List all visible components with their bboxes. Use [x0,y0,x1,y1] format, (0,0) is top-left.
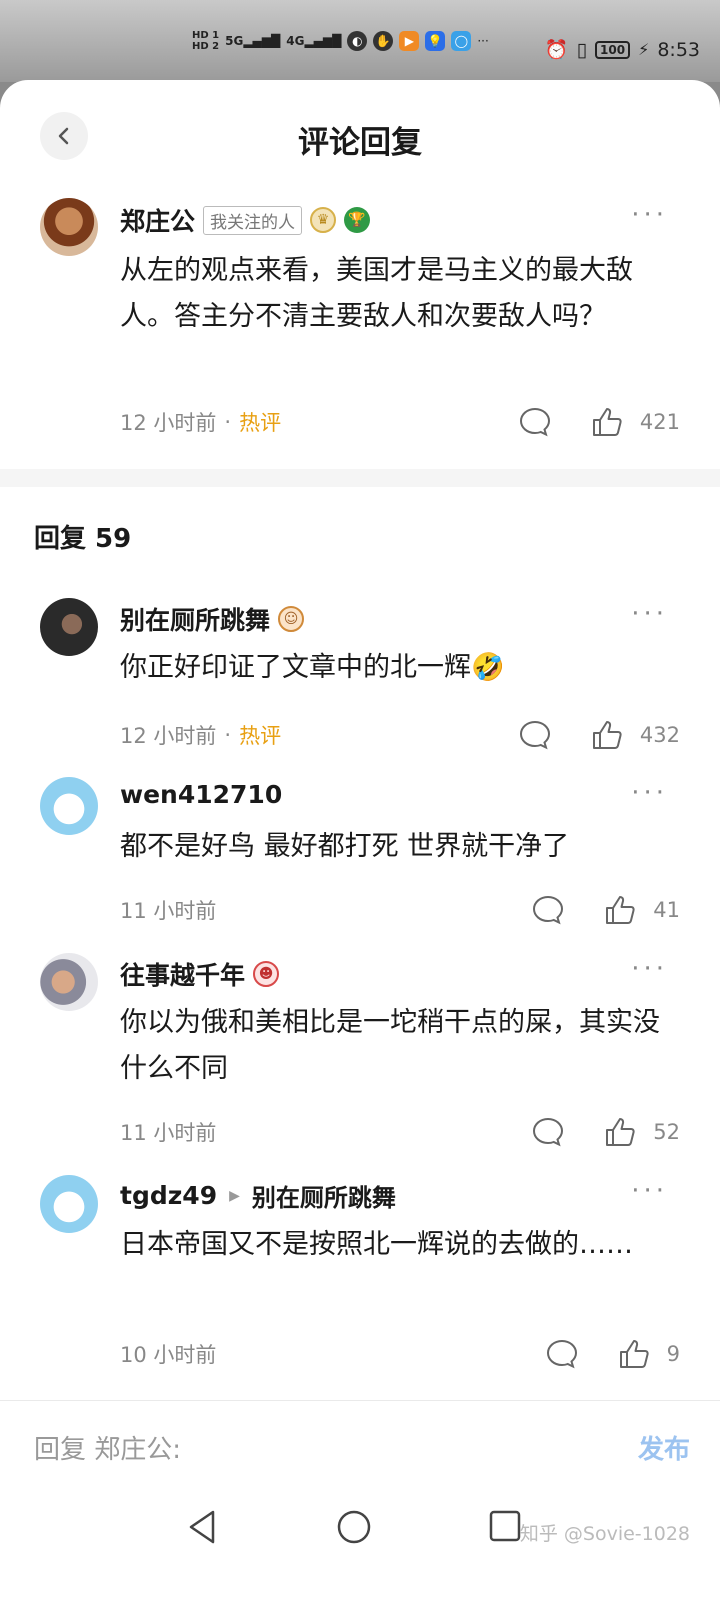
user-badge-icon: ☻ [253,961,280,987]
avatar[interactable] [40,1175,98,1233]
avatar[interactable] [40,777,98,835]
more-options-icon[interactable]: ··· [631,599,668,629]
app-icon: ▶ [399,31,420,51]
app-icon: ◐ [347,31,368,51]
charging-icon: ⚡ [638,40,650,59]
reply-icon[interactable] [518,719,552,751]
username[interactable]: wen412710 [120,780,282,809]
avatar[interactable] [40,198,98,256]
comment-content: 从左的观点来看，美国才是马主义的最大敌人。答主分不清主要敌人和次要敌人吗？ [120,255,633,332]
app-icon: 💡 [425,31,446,51]
more-options-icon[interactable]: ··· [631,1176,668,1206]
comment-content: 日本帝国又不是按照北一辉说的去做的…… [120,1229,633,1260]
like-count: 421 [639,410,680,434]
app-icon: ✋ [373,31,394,51]
comment-content: 都不是好鸟 最好都打死 世界就干净了 [120,831,570,862]
comment-content: 你以为俄和美相比是一坨稍干点的屎，其实没什么不同 [120,1007,660,1084]
reply-icon[interactable] [518,406,552,438]
crown-badge-icon: ♛ [310,207,337,233]
nav-recents-button[interactable] [488,1509,522,1547]
like-count: 9 [666,1342,680,1366]
reply-input[interactable]: 回复 郑庄公: [34,1429,181,1466]
username[interactable]: 别在厕所跳舞 [120,601,270,637]
avatar[interactable] [40,598,98,656]
section-divider [0,469,720,487]
nav-back-button[interactable] [186,1509,218,1549]
comment-sheet: 评论回复 郑庄公 我关注的人 ♛ 🏆 ··· 从左的观点来看，美国才是马主义的最… [0,80,720,1600]
username[interactable]: 郑庄公 [120,202,195,238]
reply-icon[interactable] [531,1116,565,1148]
avatar[interactable] [40,953,98,1011]
signal-5g: 5G▂▄▆█ [225,34,281,48]
user-badge-icon: ☺ [278,606,305,632]
nav-home-button[interactable] [336,1509,372,1549]
comment-time: 10 小时前 [120,1343,217,1367]
publish-button[interactable]: 发布 [638,1429,690,1466]
reply-icon[interactable] [531,894,565,926]
page-title: 评论回复 [298,125,422,161]
more-options-icon[interactable]: ··· [631,778,668,808]
hot-label: 热评 [239,411,282,435]
more-options-icon[interactable]: ··· [631,954,668,984]
comment-time: 11 小时前 [120,899,217,923]
like-icon[interactable] [590,405,624,439]
comment-time: 12 小时前 [120,724,217,748]
username[interactable]: 往事越千年 [120,956,245,992]
comment-content: 你正好印证了文章中的北一辉🤣 [120,652,505,683]
battery-icon: 100 [595,40,631,59]
like-count: 432 [639,723,680,747]
signal-4g: 4G▂▄▆█ [286,34,342,48]
clock: 8:53 [657,38,700,61]
username[interactable]: tgdz49 [120,1181,217,1210]
hot-label: 热评 [239,724,282,748]
like-icon[interactable] [590,718,624,752]
comment-time: 11 小时前 [120,1121,217,1145]
comment-time: 12 小时前 [120,411,217,435]
watermark: 知乎 @Sovie-1028 [519,1523,690,1545]
reply-arrow-icon: ▶ [229,1187,240,1204]
reply-to-username[interactable]: 别在厕所跳舞 [252,1178,396,1213]
more-options-icon[interactable]: ··· [631,200,668,230]
trophy-badge-icon: 🏆 [344,207,371,233]
app-icon: ◯ [451,31,472,51]
like-icon[interactable] [603,893,637,927]
like-count: 41 [653,898,680,922]
like-icon[interactable] [617,1337,651,1371]
like-count: 52 [653,1120,680,1144]
reply-icon[interactable] [545,1338,579,1370]
like-icon[interactable] [603,1115,637,1149]
replies-count-header: 回复 59 [34,524,132,554]
status-bar: HD 1 HD 2 5G▂▄▆█ 4G▂▄▆█ ◐ ✋ ▶ 💡 ◯ ··· ⏰ … [0,0,720,82]
alarm-icon: ⏰ [544,39,569,61]
vibrate-icon: ▯ [576,38,588,61]
reply-bar: 回复 郑庄公: 发布 知乎 @Sovie-1028 [0,1400,720,1600]
header: 评论回复 [0,80,720,185]
more-notifications-icon: ··· [477,34,489,48]
follow-tag: 我关注的人 [203,205,303,235]
hd-indicator: HD 1 HD 2 [192,30,220,52]
